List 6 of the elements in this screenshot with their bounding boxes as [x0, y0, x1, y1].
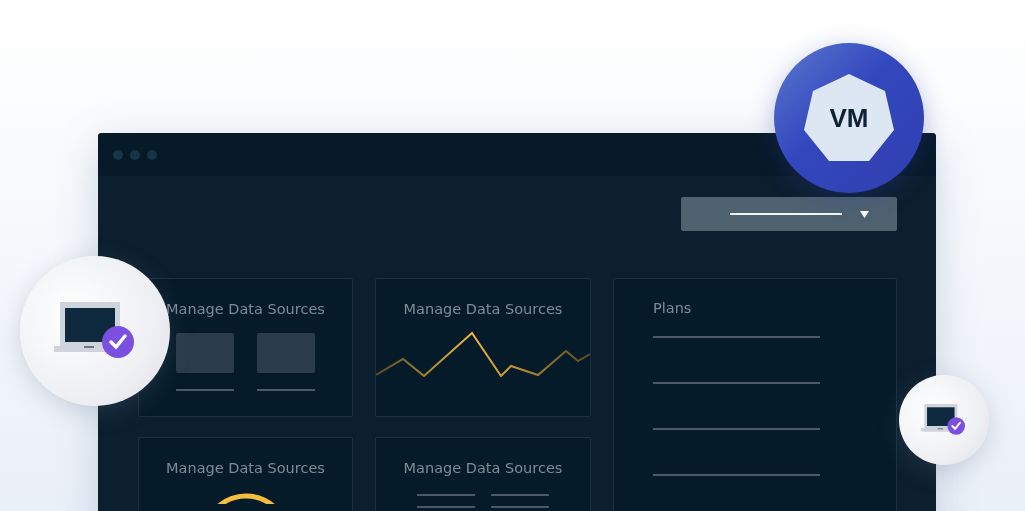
card-title: Manage Data Sources: [403, 460, 563, 476]
card-title: Manage Data Sources: [166, 301, 325, 317]
card-title: Manage Data Sources: [166, 460, 325, 476]
vm-label: VM: [829, 102, 869, 134]
card-title: Manage Data Sources: [403, 301, 563, 317]
card-title: Plans: [653, 300, 692, 316]
